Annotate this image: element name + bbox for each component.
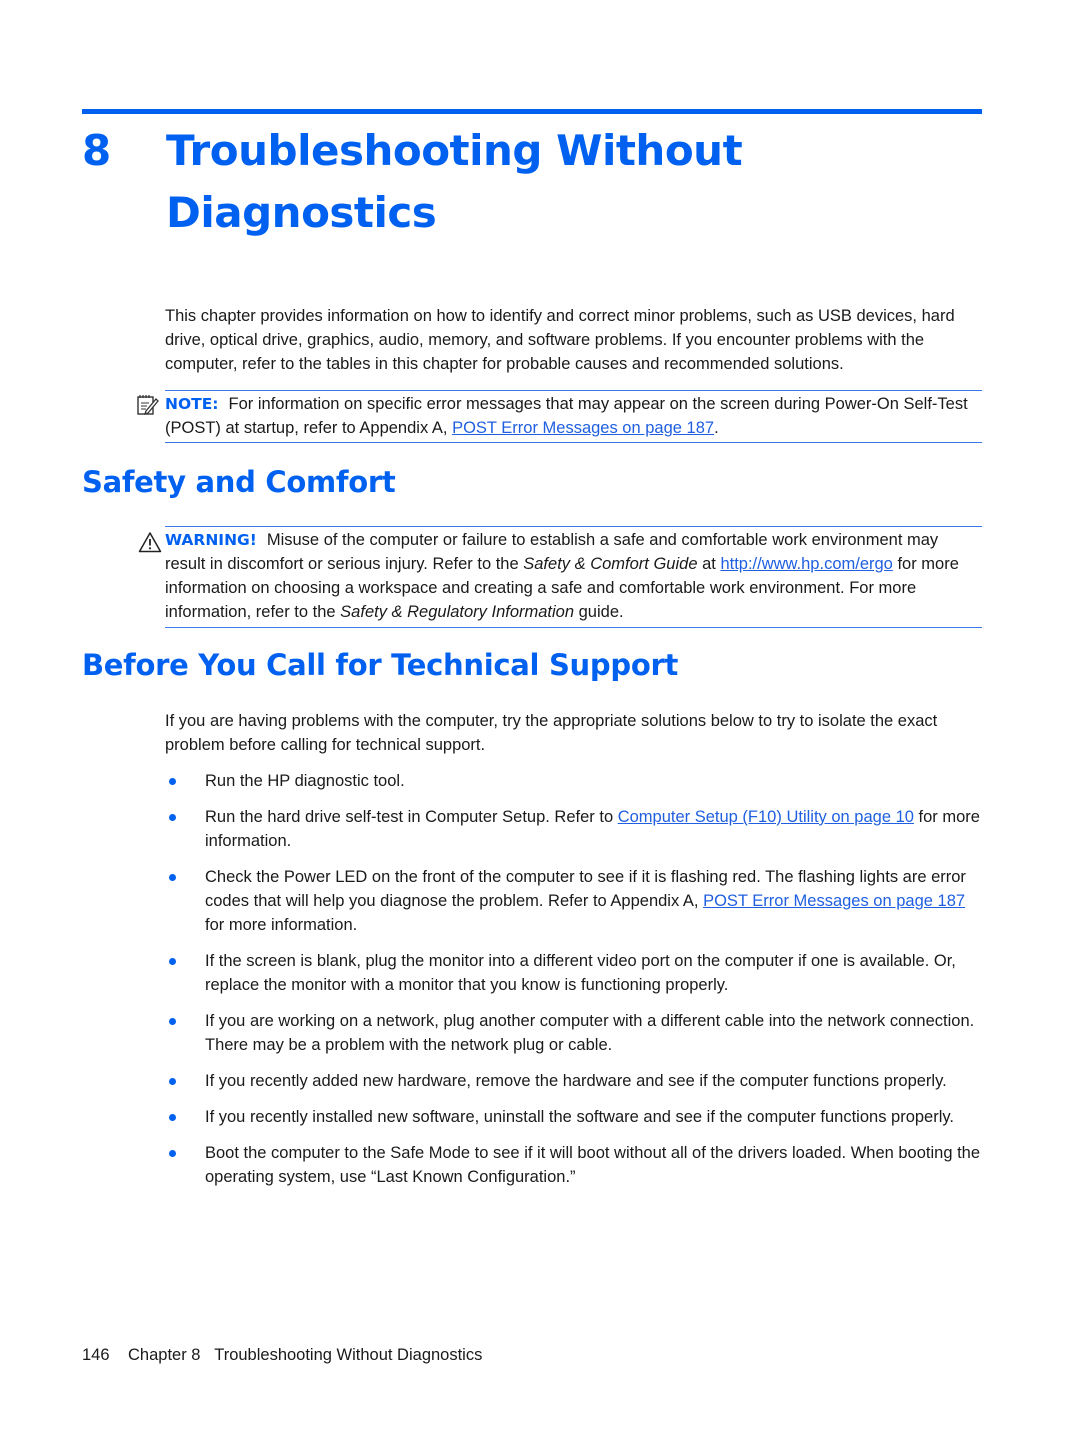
list-item-text: Boot the computer to the Safe Mode to se… <box>205 1144 981 1186</box>
bullet-icon <box>169 874 176 881</box>
bullet-icon <box>169 1078 176 1085</box>
note-text-end: . <box>714 419 719 437</box>
bullet-icon <box>169 958 176 965</box>
safety-heading: Safety and Comfort <box>82 465 396 499</box>
computer-setup-link[interactable]: Computer Setup (F10) Utility on page 10 <box>618 808 914 826</box>
list-item: If the screen is blank, plug the monitor… <box>165 949 985 997</box>
chapter-number: 8 <box>82 126 111 175</box>
list-item: If you recently installed new software, … <box>165 1105 985 1129</box>
bullet-icon <box>169 814 176 821</box>
list-item: Check the Power LED on the front of the … <box>165 865 985 937</box>
support-checklist: Run the HP diagnostic tool. Run the hard… <box>165 769 985 1201</box>
footer-chapter-title: Troubleshooting Without Diagnostics <box>214 1346 483 1364</box>
post-error-messages-link-2[interactable]: POST Error Messages on page 187 <box>703 892 965 910</box>
page-number: 146 <box>82 1346 110 1364</box>
list-item: If you recently added new hardware, remo… <box>165 1069 985 1093</box>
warning-text-4: guide. <box>574 603 624 621</box>
list-item-text-end: for more information. <box>205 916 358 934</box>
list-item-text: If the screen is blank, plug the monitor… <box>205 952 956 994</box>
before-call-intro: If you are having problems with the comp… <box>165 712 938 754</box>
list-item-text: Run the hard drive self-test in Computer… <box>205 808 618 826</box>
page-footer: 146 Chapter 8 Troubleshooting Without Dia… <box>82 1346 482 1365</box>
safety-regulatory-info-title: Safety & Regulatory Information <box>340 603 575 621</box>
post-error-messages-link[interactable]: POST Error Messages on page 187 <box>452 419 714 437</box>
before-call-heading: Before You Call for Technical Support <box>82 648 679 682</box>
bullet-icon <box>169 778 176 785</box>
chapter-intro-paragraph: This chapter provides information on how… <box>165 307 955 373</box>
footer-chapter-label: Chapter 8 <box>128 1346 201 1364</box>
list-item: If you are working on a network, plug an… <box>165 1009 985 1057</box>
warning-box: WARNING! Misuse of the computer or failur… <box>138 526 982 628</box>
warning-triangle-icon <box>138 532 162 553</box>
note-label: NOTE: <box>165 395 219 413</box>
list-item-text: If you recently added new hardware, remo… <box>205 1072 947 1090</box>
list-item: Run the hard drive self-test in Computer… <box>165 805 985 853</box>
chapter-top-rule <box>82 109 982 114</box>
note-box: NOTE: For information on specific error m… <box>137 390 982 443</box>
list-item-text: If you recently installed new software, … <box>205 1108 955 1126</box>
chapter-title-text: Troubleshooting Without Diagnostics <box>166 126 743 237</box>
safety-comfort-guide-title: Safety & Comfort Guide <box>523 555 698 573</box>
hp-ergo-link[interactable]: http://www.hp.com/ergo <box>720 555 892 573</box>
list-item: Run the HP diagnostic tool. <box>165 769 985 793</box>
list-item: Boot the computer to the Safe Mode to se… <box>165 1141 985 1189</box>
list-item-text: If you are working on a network, plug an… <box>205 1012 975 1054</box>
list-item-text: Run the HP diagnostic tool. <box>205 772 405 790</box>
bullet-icon <box>169 1114 176 1121</box>
warning-text-2: at <box>697 555 721 573</box>
note-pencil-icon <box>137 395 159 416</box>
bullet-icon <box>169 1018 176 1025</box>
bullet-icon <box>169 1150 176 1157</box>
warning-label: WARNING! <box>165 531 257 549</box>
